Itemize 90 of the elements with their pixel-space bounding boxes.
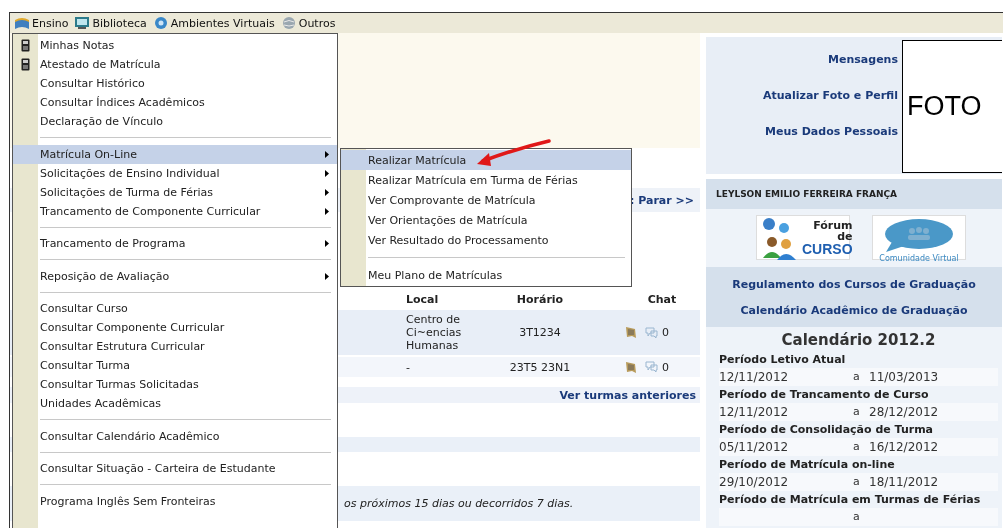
- chat-count: 0: [662, 326, 669, 339]
- period-name: Período de Consolidação de Turma: [719, 422, 935, 438]
- chat-icon: [645, 361, 658, 373]
- gear-icon: [152, 16, 169, 30]
- date-separator: a: [853, 509, 861, 525]
- submenu-arrow-icon: [325, 188, 329, 196]
- badge-text: Fórum: [813, 219, 853, 231]
- period-name: Período de Matrícula em Turmas de Férias: [719, 492, 982, 508]
- period-date: 05/11/2012: [719, 439, 790, 456]
- flag-icon: [625, 360, 637, 374]
- menu-item[interactable]: Realizar Matrícula: [341, 150, 631, 170]
- submenu-arrow-icon: [325, 272, 329, 280]
- menu-item[interactable]: Atestado de Matrícula: [13, 55, 337, 74]
- menu-item[interactable]: Ambientes Virtuais: [150, 13, 279, 33]
- table-cell-text: 23T5 23N1: [508, 360, 572, 374]
- menu-item[interactable]: Consultar Estrutura Curricular: [13, 337, 337, 356]
- user-name: LEYLSON EMILIO FERREIRA FRANÇA: [706, 179, 1002, 209]
- menu-item[interactable]: Ver Comprovante de Matrícula: [341, 190, 631, 210]
- calendar-title: Calendário 2012.2: [780, 330, 937, 351]
- forum-badge[interactable]: Fórum de CURSO: [756, 215, 850, 260]
- table-cell-text: 3T1234: [518, 326, 562, 339]
- period-name: Período Letivo Atual: [719, 352, 847, 368]
- menu-item[interactable]: Consultar Calendário Acadêmico: [13, 426, 337, 446]
- menu-item[interactable]: Programa Inglês Sem Fronteiras: [13, 491, 337, 511]
- menu-item[interactable]: Unidades Acadêmicas: [13, 394, 337, 413]
- period-name: Período de Trancamento de Curso: [719, 387, 930, 403]
- community-badge[interactable]: Comunidade Virtual: [872, 215, 966, 260]
- period-date: 12/11/2012: [719, 404, 790, 421]
- menu-item[interactable]: Consultar Índices Acadêmicos: [13, 93, 337, 112]
- chat-icon: [645, 326, 658, 339]
- badge-text: de: [837, 230, 853, 242]
- flag-icon: [625, 326, 637, 339]
- menu-item[interactable]: Consultar Histórico: [13, 74, 337, 93]
- column-header: Chat: [646, 292, 678, 306]
- menu-item[interactable]: Consultar Situação - Carteira de Estudante: [13, 459, 337, 478]
- submenu-arrow-icon: [325, 207, 329, 215]
- menu-item[interactable]: Matrícula On-Line: [13, 144, 337, 164]
- menu-item[interactable]: Reposição de Avaliação: [13, 266, 337, 286]
- period-name: Período de Matrícula on-line: [719, 457, 896, 473]
- date-separator: a: [853, 474, 861, 490]
- menu-item[interactable]: Minhas Notas: [13, 36, 337, 55]
- menu-item[interactable]: Biblioteca: [72, 13, 151, 33]
- profile-link[interactable]: Atualizar Foto e Perfil: [762, 89, 898, 102]
- sidebar-link[interactable]: Calendário Acadêmico de Graduação: [740, 303, 968, 317]
- menu-item[interactable]: Consultar Turmas Solicitadas: [13, 375, 337, 394]
- period-date: 29/10/2012: [719, 474, 790, 491]
- period-date: 16/12/2012: [869, 439, 939, 456]
- submenu-arrow-icon: [325, 150, 329, 158]
- date-separator: a: [853, 369, 861, 385]
- period-date: 18/11/2012: [869, 474, 939, 491]
- period-date: 12/11/2012: [719, 369, 790, 386]
- notice-text: os próximos 15 dias ou decorridos 7 dias.: [344, 497, 574, 510]
- globe-icon: [280, 16, 297, 30]
- device-icon: [21, 58, 30, 71]
- menu-item[interactable]: Ver Orientações de Matrícula: [341, 210, 631, 230]
- device-icon: [21, 39, 30, 52]
- badge-text: CURSO: [802, 241, 853, 256]
- menu-item[interactable]: Consultar Componente Curricular: [13, 318, 337, 337]
- menu-item[interactable]: Solicitações de Ensino Individual: [13, 163, 337, 183]
- period-date: 11/03/2013: [869, 369, 939, 386]
- menu-item[interactable]: Solicitações de Turma de Férias: [13, 182, 337, 202]
- date-separator: a: [853, 439, 861, 455]
- menu-item[interactable]: Consultar Curso: [13, 299, 337, 318]
- table-cell-text: -: [406, 360, 411, 374]
- sidebar-link[interactable]: Regulamento dos Cursos de Graduação: [732, 277, 976, 291]
- profile-link[interactable]: Mensagens: [828, 53, 898, 66]
- book-icon: [14, 16, 30, 30]
- table-cell-text: Centro de Ci~encias Humanas: [406, 313, 463, 352]
- period-date: 28/12/2012: [869, 404, 939, 421]
- column-header: Horário: [515, 292, 565, 306]
- menu-item[interactable]: Ensino: [12, 13, 73, 33]
- chat-count: 0: [662, 360, 669, 374]
- speech-bubble-icon: [882, 218, 956, 254]
- menu-item[interactable]: Meu Plano de Matrículas: [341, 265, 631, 285]
- badge-text: Comunidade Virtual: [879, 254, 959, 263]
- submenu-arrow-icon: [325, 240, 329, 247]
- monitor-icon: [74, 16, 91, 30]
- menu-item[interactable]: Declaração de Vínculo: [13, 112, 337, 131]
- menu-item[interactable]: Trancamento de Programa: [13, 234, 337, 253]
- menu-item[interactable]: Outros: [278, 13, 340, 33]
- photo-label: FOTO: [907, 91, 982, 122]
- date-separator: a: [853, 404, 861, 420]
- menu-item[interactable]: Trancamento de Componente Curricular: [13, 201, 337, 221]
- profile-link[interactable]: Meus Dados Pessoais: [765, 125, 898, 138]
- menu-item[interactable]: Consultar Turma: [13, 356, 337, 375]
- previous-classes-link[interactable]: Ver turmas anteriores: [559, 388, 696, 402]
- column-header: Local: [406, 292, 440, 306]
- submenu-arrow-icon: [325, 169, 329, 177]
- menu-item[interactable]: Realizar Matrícula em Turma de Férias: [341, 170, 631, 190]
- menu-item[interactable]: Ver Resultado do Processamento: [341, 230, 631, 250]
